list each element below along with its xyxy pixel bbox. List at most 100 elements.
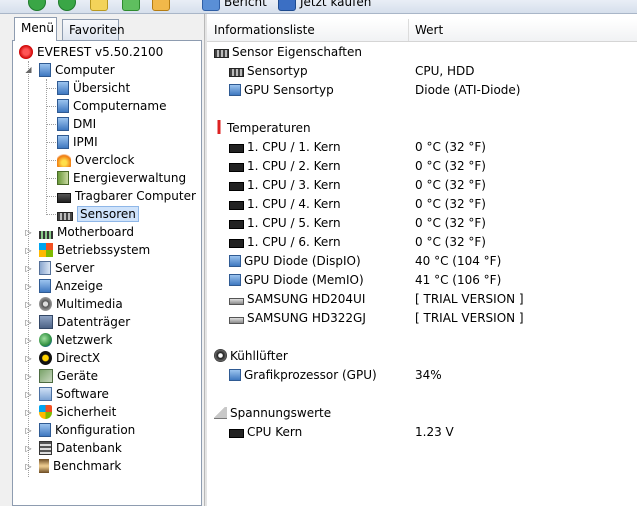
info-row[interactable]: 1. CPU / 3. Kern [229,176,341,195]
expander-datentraeger[interactable]: ▷ [24,318,33,327]
info-row[interactable]: SAMSUNG HD204UI [229,290,365,309]
row-value: 34% [415,368,442,382]
expander-anzeige[interactable]: ▷ [24,282,33,291]
tree-item-benchmark[interactable]: Benchmark [39,457,121,475]
row-label: Grafikprozessor (GPU) [244,368,377,382]
expander-konfiguration[interactable]: ▷ [24,426,33,435]
tree-item-label: Multimedia [56,297,123,311]
info-row[interactable]: CPU Kern [229,423,302,442]
speaker-icon [39,297,52,311]
tree-item-label: Software [56,387,109,401]
tree-item-uebersicht[interactable]: Übersicht [57,79,130,97]
expander-software[interactable]: ▷ [24,390,33,399]
tree-item-overclock[interactable]: Overclock [57,151,134,169]
computer-icon [39,63,51,77]
hourglass-icon [39,459,49,473]
up-icon[interactable] [90,0,108,11]
shield-icon [39,405,52,419]
tree-item-label: DirectX [56,351,101,365]
tree-item-datenbank[interactable]: Datenbank [39,439,122,457]
info-row[interactable]: 1. CPU / 2. Kern [229,157,341,176]
row-value: 1.23 V [415,425,454,439]
expander-benchmark[interactable]: ▷ [24,462,33,471]
tab-menu[interactable]: Menü [14,17,57,41]
info-row[interactable]: 1. CPU / 1. Kern [229,138,341,157]
tree-item-server[interactable]: Server [39,259,94,277]
favorites-icon[interactable] [152,0,170,11]
tree-item-software[interactable]: Software [39,385,109,403]
tree-item-computer[interactable]: Computer [39,61,115,79]
tree-item-label: Übersicht [73,81,131,95]
row-value: 0 °C (32 °F) [415,235,486,249]
tree-item-label: Tragbarer Computer [75,189,196,203]
row-value: 0 °C (32 °F) [415,197,486,211]
row-label: 1. CPU / 5. Kern [247,216,341,230]
info-row[interactable]: Sensortyp [229,62,308,81]
tree-item-netzwerk[interactable]: Netzwerk [39,331,112,349]
expander-geraete[interactable]: ▷ [24,372,33,381]
info-row[interactable]: Grafikprozessor (GPU) [229,366,377,385]
tree-item-multimedia[interactable]: Multimedia [39,295,123,313]
cpu-chip-icon [229,163,244,172]
tree-item-sensoren[interactable]: Sensoren [57,205,139,223]
info-row[interactable]: 1. CPU / 4. Kern [229,195,341,214]
expander-multimedia[interactable]: ▷ [24,300,33,309]
info-row[interactable]: GPU Diode (DispIO) [229,252,361,271]
tree-item-label: Geräte [57,369,99,383]
expander-datenbank[interactable]: ▷ [24,444,33,453]
tree-item-datentraeger[interactable]: Datenträger [39,313,130,331]
forward-icon[interactable] [58,0,76,11]
row-value: 0 °C (32 °F) [415,140,486,154]
tree-item-directx[interactable]: DirectX [39,349,100,367]
refresh-icon[interactable] [122,0,140,11]
section-title: Temperaturen [227,121,311,135]
tab-favorites[interactable]: Favoriten [62,19,125,41]
tree-item-label: IPMI [73,135,98,149]
database-icon [39,441,52,455]
expander-motherboard[interactable]: ▷ [24,228,33,237]
computer-icon [57,135,69,149]
info-row[interactable]: SAMSUNG HD322GJ [229,309,366,328]
laptop-icon [57,193,71,203]
expander-server[interactable]: ▷ [24,264,33,273]
tree-item-betriebssystem[interactable]: Betriebssystem [39,241,150,259]
section-title: Kühllüfter [230,349,288,363]
info-row[interactable]: 1. CPU / 6. Kern [229,233,341,252]
server-icon [39,261,51,275]
tree-item-dmi[interactable]: DMI [57,115,96,133]
buy-now-button[interactable]: Jetzt kaufen [300,0,371,9]
expander-sicherheit[interactable]: ▷ [24,408,33,417]
tree-item-sicherheit[interactable]: Sicherheit [39,403,116,421]
tree-item-tragbar[interactable]: Tragbarer Computer [57,187,196,205]
directx-icon [39,351,52,365]
tree-item-energie[interactable]: Energieverwaltung [57,169,186,187]
tree-item-computer-label: Computer [55,63,115,77]
expander-betriebssystem[interactable]: ▷ [24,246,33,255]
expander-computer[interactable]: ◢ [24,65,33,74]
tree-item-computername[interactable]: Computername [57,97,166,115]
tree-item-motherboard[interactable]: Motherboard [39,223,134,241]
monitor-icon [229,369,241,381]
expander-directx[interactable]: ▷ [24,354,33,363]
tree-item-label: Datenbank [56,441,122,455]
tree-root[interactable]: EVEREST v5.50.2100 [19,43,163,61]
report-button[interactable]: Bericht [224,0,267,9]
back-icon[interactable] [28,0,46,11]
info-row[interactable]: GPU Diode (MemIO) [229,271,364,290]
tree-item-konfiguration[interactable]: Konfiguration [39,421,135,439]
tree-item-anzeige[interactable]: Anzeige [39,277,103,295]
info-row[interactable]: 1. CPU / 5. Kern [229,214,341,233]
computer-icon [57,81,69,95]
tree-item-geraete[interactable]: Geräte [39,367,98,385]
tree-root-label: EVEREST v5.50.2100 [37,45,164,59]
config-icon [39,423,51,437]
tree-item-ipmi[interactable]: IPMI [57,133,98,151]
column-header-info[interactable]: Informationsliste [207,19,407,41]
report-icon[interactable] [202,0,220,11]
toolbar: Bericht Jetzt kaufen [0,0,637,14]
expander-netzwerk[interactable]: ▷ [24,336,33,345]
info-row[interactable]: GPU Sensortyp [229,81,334,100]
buy-icon[interactable] [278,0,296,11]
row-value: [ TRIAL VERSION ] [415,292,524,306]
column-header-value[interactable]: Wert [408,19,637,41]
